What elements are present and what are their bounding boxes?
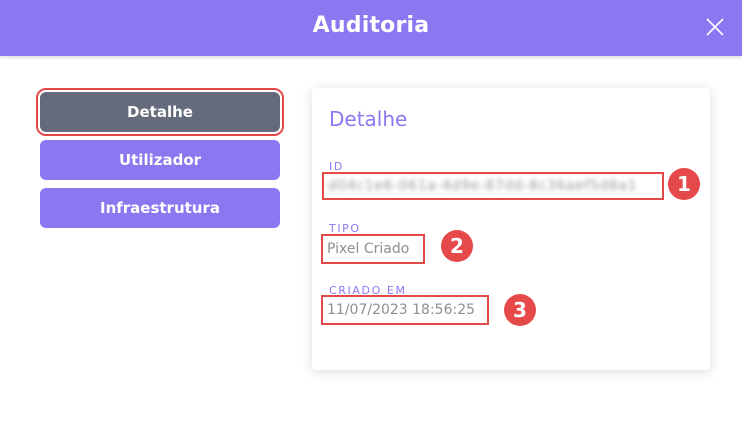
detail-card: Detalhe ID d04c1e6-061a-4d9e-87dd-8c36ae… <box>312 88 710 370</box>
tab-infraestrutura[interactable]: Infraestrutura <box>40 188 280 228</box>
modal-header: Auditoria <box>0 0 742 56</box>
tab-list: Detalhe Utilizador Infraestrutura <box>36 88 284 236</box>
tab-detalhe[interactable]: Detalhe <box>36 88 284 136</box>
tipo-highlight: Pixel Criado <box>321 234 425 264</box>
callout-badge-1: 1 <box>668 168 700 200</box>
tab-utilizador[interactable]: Utilizador <box>40 140 280 180</box>
close-icon[interactable] <box>706 18 724 36</box>
modal-title: Auditoria <box>312 13 430 38</box>
criado-value: 11/07/2023 18:56:25 <box>327 302 476 318</box>
callout-badge-2: 2 <box>441 230 473 262</box>
detail-title: Detalhe <box>329 107 408 131</box>
id-highlight: d04c1e6-061a-4d9e-87dd-8c36aef5d8a1 <box>322 172 664 200</box>
criado-highlight: 11/07/2023 18:56:25 <box>321 295 489 325</box>
tipo-value: Pixel Criado <box>327 241 410 257</box>
id-value: d04c1e6-061a-4d9e-87dd-8c36aef5d8a1 <box>328 178 637 194</box>
callout-badge-3: 3 <box>504 294 536 326</box>
